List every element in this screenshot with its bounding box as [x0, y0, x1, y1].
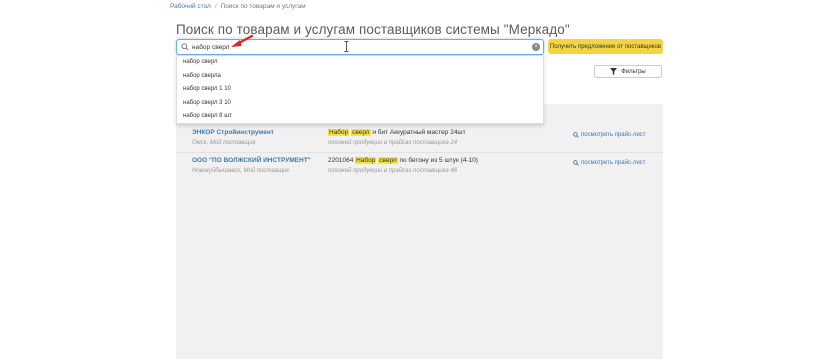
breadcrumb-separator: /	[214, 3, 217, 10]
price-link-label: посмотреть прайс-лист	[581, 160, 646, 166]
breadcrumb-current: Поиск по товарам и услугам	[220, 3, 306, 10]
title-prefix: 2201064	[328, 157, 356, 164]
search-icon	[573, 132, 579, 138]
title-highlight: сверл	[378, 157, 398, 164]
price-link-label: посмотреть прайс-лист	[581, 132, 646, 138]
product-title: 2201064 Набор сверл по бетону из 5 штук …	[328, 157, 478, 164]
autocomplete-dropdown: набор сверл набор сверла набор сверл 1 1…	[176, 55, 544, 124]
get-offers-button[interactable]: Получить предложение от поставщиков	[548, 39, 663, 54]
breadcrumb-home-link[interactable]: Рабочий стол	[170, 3, 211, 10]
suggestion-item[interactable]: набор сверл 3 10	[177, 97, 543, 111]
result-row: ЭНКОР Стройинструмент Омск, Мой поставщи…	[176, 125, 663, 153]
supplier-name-link[interactable]: ЭНКОР Стройинструмент	[192, 129, 274, 136]
view-price-list-link[interactable]: посмотреть прайс-лист	[573, 132, 646, 138]
red-arrow-annotation-icon	[231, 34, 254, 47]
suggestion-item[interactable]: набор сверл 1 10	[177, 83, 543, 97]
title-highlight: Набор	[355, 157, 377, 164]
breadcrumb: Рабочий стол / Поиск по товарам и услуга…	[170, 3, 306, 10]
text-cursor-icon	[344, 41, 349, 52]
suggestion-item[interactable]: набор сверл	[177, 56, 543, 70]
title-suffix: по бетону из 5 штук (4-10)	[397, 157, 478, 164]
filters-button[interactable]: Фильтры	[594, 65, 662, 78]
supplier-meta: Новокуйбышевск, Мой поставщик	[192, 168, 290, 174]
similar-products-count: похожей продукции в прайсах поставщика 4…	[328, 168, 458, 174]
view-price-list-link[interactable]: посмотреть прайс-лист	[573, 160, 646, 166]
search-icon	[181, 43, 189, 51]
suggestion-item[interactable]: набор сверла	[177, 70, 543, 84]
supplier-name-link[interactable]: ООО "ПО ВОЛЖСКИЙ ИНСТРУМЕНТ"	[192, 157, 311, 164]
filter-icon	[610, 68, 618, 75]
title-highlight: Набор	[328, 129, 350, 136]
result-row: ООО "ПО ВОЛЖСКИЙ ИНСТРУМЕНТ" Новокуйбыше…	[176, 153, 663, 181]
supplier-meta: Омск, Мой поставщик	[192, 140, 256, 146]
results-list: ЭНКОР Стройинструмент Омск, Мой поставщи…	[176, 125, 663, 181]
title-highlight: сверл	[351, 129, 371, 136]
similar-products-count: похожей продукции в прайсах поставщика 2…	[328, 140, 458, 146]
suggestion-item[interactable]: набор сверл 8 шт	[177, 110, 543, 124]
clear-icon[interactable]: ×	[532, 43, 540, 51]
search-icon	[573, 160, 579, 166]
title-suffix: и бит Аккуратный мастер 24шт	[370, 129, 466, 136]
product-title: Набор сверл и бит Аккуратный мастер 24шт	[328, 129, 466, 136]
filters-button-label: Фильтры	[621, 68, 646, 75]
